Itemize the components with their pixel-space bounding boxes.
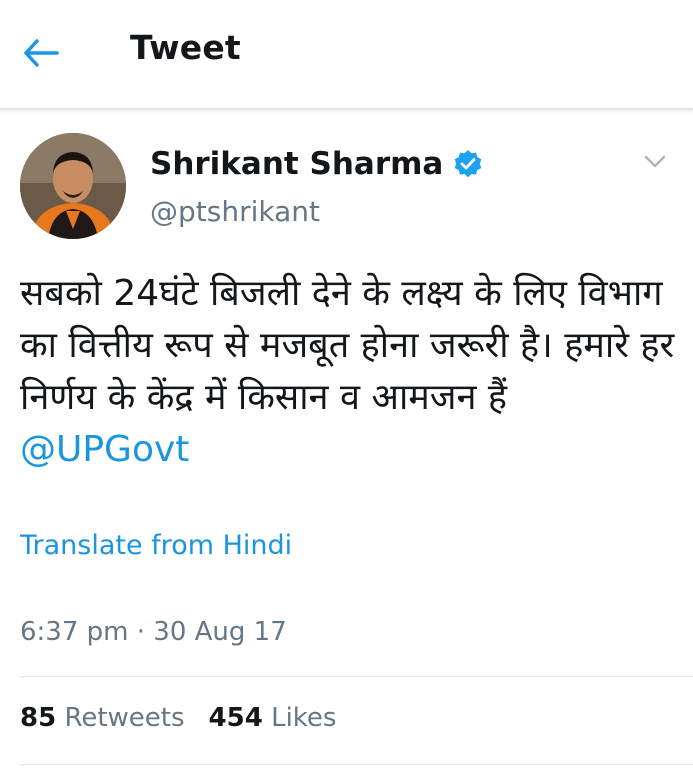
verified-badge-icon	[453, 149, 483, 179]
divider	[20, 764, 693, 765]
author-name[interactable]: Shrikant Sharma	[150, 146, 443, 182]
retweets-stat[interactable]: 85 Retweets	[20, 703, 185, 733]
page-title: Tweet	[130, 28, 241, 67]
retweets-label: Retweets	[64, 703, 185, 733]
likes-label: Likes	[271, 703, 337, 733]
avatar[interactable]	[20, 133, 126, 239]
author-handle[interactable]: @ptshrikant	[150, 195, 320, 228]
chevron-down-icon	[644, 155, 666, 168]
mention-link[interactable]: @UPGovt	[20, 429, 189, 470]
likes-count: 454	[208, 703, 263, 733]
back-arrow-icon	[24, 39, 59, 67]
tweet-stats: 85 Retweets 454 Likes	[20, 703, 336, 733]
tweet-body: सबको 24घंटे बिजली देने के लक्ष्य के लिए …	[20, 273, 675, 418]
likes-stat[interactable]: 454 Likes	[209, 703, 337, 733]
tweet-text: सबको 24घंटे बिजली देने के लक्ष्य के लिए …	[20, 268, 680, 476]
avatar-image	[20, 133, 126, 239]
divider	[20, 676, 693, 677]
tweet-timestamp[interactable]: 6:37 pm · 30 Aug 17	[20, 617, 287, 647]
app-header: Tweet	[0, 0, 693, 110]
tweet-menu-button[interactable]	[640, 150, 670, 174]
back-button[interactable]	[18, 30, 64, 76]
retweets-count: 85	[20, 703, 57, 733]
author-name-row[interactable]: Shrikant Sharma	[150, 146, 483, 182]
translate-link[interactable]: Translate from Hindi	[20, 530, 292, 561]
